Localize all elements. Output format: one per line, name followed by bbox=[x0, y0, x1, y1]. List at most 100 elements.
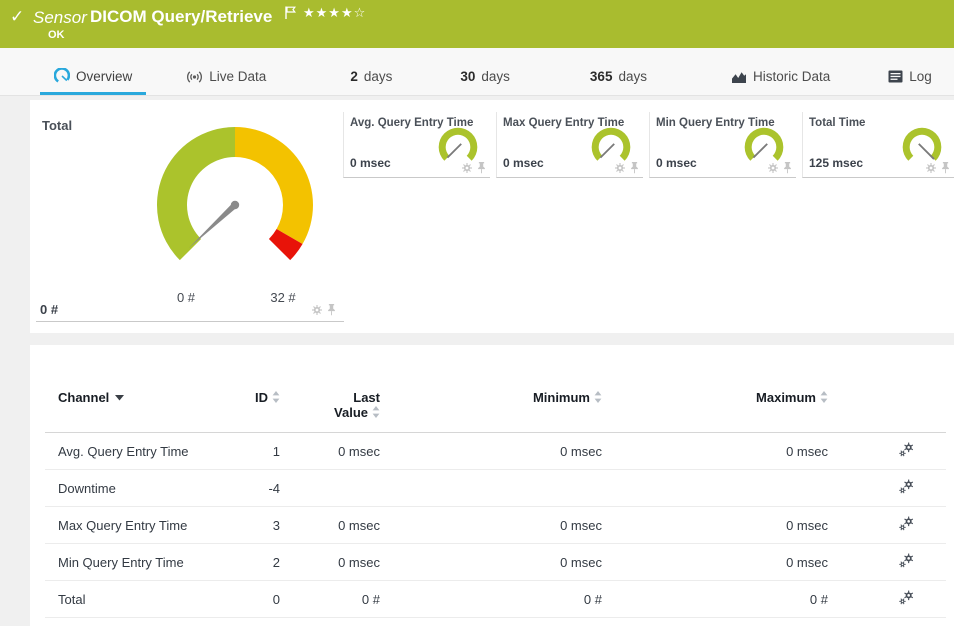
channel-last-value: 0 # bbox=[280, 581, 380, 618]
tab-2-days[interactable]: 2 days bbox=[336, 62, 406, 95]
sort-icon bbox=[272, 391, 280, 403]
total-gauge: 0 # 32 # bbox=[150, 120, 320, 310]
pin-icon[interactable] bbox=[477, 162, 486, 174]
table-row[interactable]: Total Time 4 125 msec -63,724,704,874,64… bbox=[45, 618, 946, 626]
channel-last-value: 125 msec bbox=[280, 618, 380, 626]
ok-check-icon: ✓ bbox=[10, 7, 24, 27]
sensor-title: DICOM Query/Retrieve bbox=[90, 7, 272, 27]
gauge-tile-total-time[interactable]: Total Time 125 msec bbox=[802, 112, 954, 178]
gauge-title: Total bbox=[42, 118, 72, 133]
channels-panel: Channel ID Last Value Minimum Maximum bbox=[30, 345, 954, 626]
table-row[interactable]: Downtime -4 bbox=[45, 470, 946, 507]
gear-icon[interactable] bbox=[768, 163, 778, 173]
channel-settings-icon[interactable] bbox=[899, 516, 914, 531]
channel-maximum: 44,688 msec bbox=[602, 618, 828, 626]
channel-last-value bbox=[280, 470, 380, 507]
table-header-row: Channel ID Last Value Minimum Maximum bbox=[45, 390, 946, 433]
tab-label: Live Data bbox=[209, 69, 266, 84]
tile-actions bbox=[926, 162, 950, 174]
channel-name: Avg. Query Entry Time bbox=[45, 433, 238, 470]
column-header-id[interactable]: ID bbox=[238, 390, 280, 433]
channel-id: -4 bbox=[238, 470, 280, 507]
channel-last-value: 0 msec bbox=[280, 507, 380, 544]
gauges-panel: Total 0 # 32 # 0 # Avg. Query Entry Time bbox=[30, 100, 954, 333]
sort-caret-icon bbox=[115, 395, 124, 401]
tile-actions bbox=[615, 162, 639, 174]
channels-table: Channel ID Last Value Minimum Maximum bbox=[45, 390, 946, 626]
tab-label: Log bbox=[909, 69, 932, 84]
gauge-current-value: 0 msec bbox=[656, 156, 697, 170]
tile-actions bbox=[768, 162, 792, 174]
tab-live-data[interactable]: Live Data bbox=[172, 62, 280, 95]
gear-icon[interactable] bbox=[926, 163, 936, 173]
tab-log[interactable]: Log bbox=[874, 62, 946, 95]
gauge-tile-total[interactable]: Total 0 # 32 # 0 # bbox=[36, 108, 344, 322]
gear-icon[interactable] bbox=[462, 163, 472, 173]
gauge-needle bbox=[919, 144, 934, 159]
gauge-needle bbox=[189, 203, 237, 248]
pin-icon[interactable] bbox=[941, 162, 950, 174]
column-label: Channel bbox=[58, 390, 109, 405]
channel-minimum: 0 msec bbox=[380, 433, 602, 470]
channel-id: 2 bbox=[238, 544, 280, 581]
column-header-channel[interactable]: Channel bbox=[45, 390, 238, 433]
star-empty: ☆ bbox=[354, 5, 367, 20]
tab-day-count: 365 bbox=[590, 69, 613, 84]
tab-overview[interactable]: Overview bbox=[40, 61, 146, 95]
priority-stars[interactable]: ★★★★☆ bbox=[303, 5, 366, 21]
channel-settings-icon[interactable] bbox=[899, 479, 914, 494]
channel-settings-icon[interactable] bbox=[899, 442, 914, 457]
sensor-status-banner: ✓ Sensor DICOM Query/Retrieve ★★★★☆ OK bbox=[0, 0, 954, 48]
gauge-tile-avg-query-entry-time[interactable]: Avg. Query Entry Time 0 msec bbox=[343, 112, 490, 178]
gauge-current-value: 125 msec bbox=[809, 156, 863, 170]
tab-30-days[interactable]: 30 days bbox=[446, 62, 524, 95]
table-row[interactable]: Total 0 0 # 0 # 0 # bbox=[45, 581, 946, 618]
column-header-last-value[interactable]: Last Value bbox=[280, 390, 380, 433]
channel-maximum bbox=[602, 470, 828, 507]
table-row[interactable]: Max Query Entry Time 3 0 msec 0 msec 0 m… bbox=[45, 507, 946, 544]
channel-maximum: 0 msec bbox=[602, 433, 828, 470]
gear-icon[interactable] bbox=[615, 163, 625, 173]
channel-minimum: 0 msec bbox=[380, 507, 602, 544]
channel-id: 1 bbox=[238, 433, 280, 470]
pin-icon[interactable] bbox=[630, 162, 639, 174]
table-row[interactable]: Min Query Entry Time 2 0 msec 0 msec 0 m… bbox=[45, 544, 946, 581]
sensor-kind-label: Sensor bbox=[33, 8, 87, 28]
channel-name: Max Query Entry Time bbox=[45, 507, 238, 544]
status-badge: OK bbox=[48, 29, 65, 41]
channel-name: Downtime bbox=[45, 470, 238, 507]
pin-icon[interactable] bbox=[327, 304, 336, 316]
channel-id: 4 bbox=[238, 618, 280, 626]
gauge-needle-pivot bbox=[231, 201, 239, 209]
channel-maximum: 0 # bbox=[602, 581, 828, 618]
gauge-title: Total Time bbox=[809, 117, 865, 129]
gear-icon[interactable] bbox=[312, 305, 322, 315]
flag-icon[interactable] bbox=[285, 6, 296, 19]
gauge-tile-max-query-entry-time[interactable]: Max Query Entry Time 0 msec bbox=[496, 112, 643, 178]
total-gauge-max-label: 32 # bbox=[270, 290, 296, 305]
total-gauge-min-label: 0 # bbox=[177, 290, 196, 305]
gauge-tile-min-query-entry-time[interactable]: Min Query Entry Time 0 msec bbox=[649, 112, 796, 178]
tab-historic-data[interactable]: Historic Data bbox=[717, 62, 844, 95]
tab-365-days[interactable]: 365 days bbox=[576, 62, 661, 95]
channel-settings-icon[interactable] bbox=[899, 553, 914, 568]
channel-settings-icon[interactable] bbox=[899, 590, 914, 605]
table-row[interactable]: Avg. Query Entry Time 1 0 msec 0 msec 0 … bbox=[45, 433, 946, 470]
column-header-actions bbox=[828, 390, 946, 433]
live-data-icon bbox=[186, 70, 203, 84]
tile-actions bbox=[462, 162, 486, 174]
channel-name: Total Time bbox=[45, 618, 238, 626]
gauge-current-value: 0 # bbox=[40, 302, 58, 317]
column-header-maximum[interactable]: Maximum bbox=[602, 390, 828, 433]
channel-name: Min Query Entry Time bbox=[45, 544, 238, 581]
pin-icon[interactable] bbox=[783, 162, 792, 174]
sort-icon bbox=[820, 391, 828, 403]
column-header-minimum[interactable]: Minimum bbox=[380, 390, 602, 433]
column-label: Value bbox=[334, 405, 368, 420]
channel-name: Total bbox=[45, 581, 238, 618]
channel-minimum: 0 msec bbox=[380, 544, 602, 581]
sort-icon bbox=[372, 406, 380, 418]
tab-label: days bbox=[364, 69, 393, 84]
historic-data-icon bbox=[731, 70, 747, 84]
channel-minimum: 0 # bbox=[380, 581, 602, 618]
